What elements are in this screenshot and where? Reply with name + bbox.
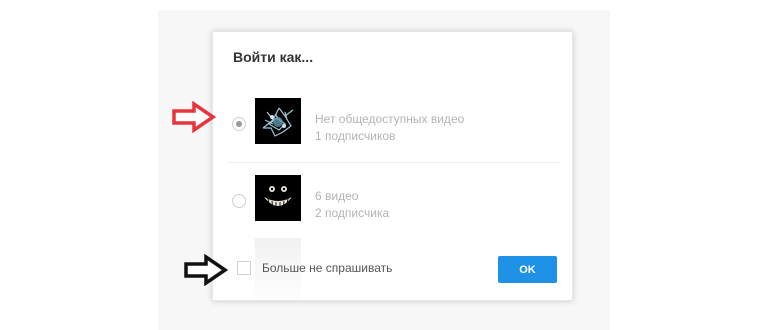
account-2-video-count: 6 видео [315, 189, 359, 203]
dialog-title: Войти как... [233, 49, 314, 65]
ok-button[interactable]: OK [498, 256, 557, 283]
account-option-1[interactable]: Нет общедоступных видео 1 подписчиков [227, 90, 560, 163]
grinning-mouth-avatar [255, 175, 301, 221]
account-radio-1[interactable] [232, 117, 246, 131]
dont-ask-again-label: Больше не спрашивать [262, 261, 393, 275]
account-radio-2[interactable] [232, 194, 246, 208]
login-as-dialog: Войти как... Нет общедоступных видео 1 п… [212, 31, 573, 301]
account-option-2[interactable]: 6 видео 2 подписчика [227, 167, 560, 239]
account-2-subscribers: 2 подписчика [315, 206, 390, 220]
account-1-subscribers: 1 подписчиков [315, 129, 396, 143]
account-1-video-count: Нет общедоступных видео [315, 112, 465, 126]
dont-ask-again-checkbox[interactable] [237, 261, 251, 275]
spiky-blue-creature-avatar [255, 98, 301, 144]
arrow-right-icon [172, 101, 216, 133]
arrow-right-icon [184, 254, 228, 286]
